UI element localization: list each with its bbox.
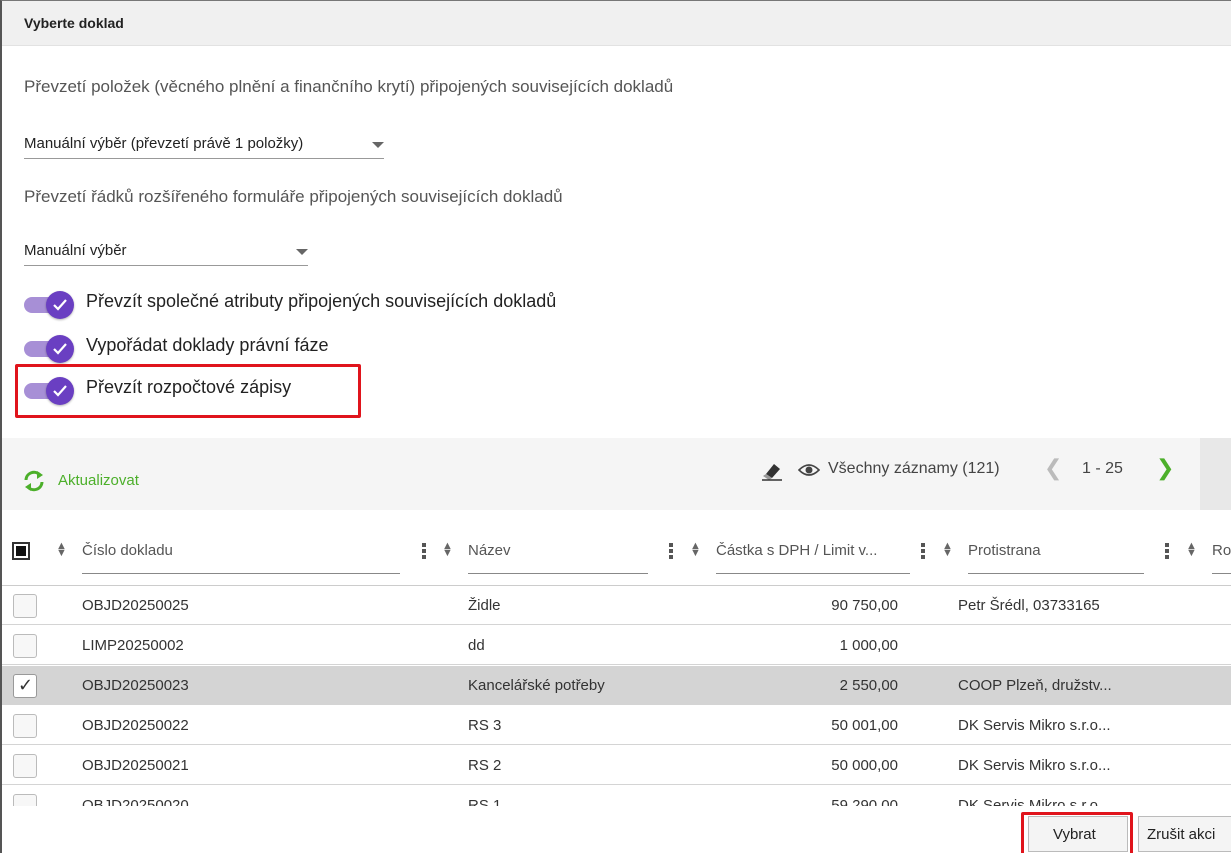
refresh-label: Aktualizovat <box>58 472 139 489</box>
items-mode-select[interactable]: Manuální výběr (převzetí právě 1 položky… <box>24 129 384 159</box>
table-row[interactable]: OBJD20250021 RS 2 50 000,00 DK Servis Mi… <box>2 746 1231 785</box>
toggle-switch[interactable] <box>24 335 74 363</box>
select-document-dialog: Vyberte doklad Převzetí položek (věcného… <box>0 0 1231 853</box>
column-menu-icon[interactable] <box>422 543 426 561</box>
column-menu-icon[interactable] <box>921 543 925 561</box>
cell-castka: 50 001,00 <box>831 717 898 734</box>
sort-icon[interactable]: ▲ ▼ <box>56 541 67 559</box>
column-header-protistrana[interactable]: Protistrana <box>968 540 1144 574</box>
column-title: Protistrana <box>968 542 1041 559</box>
column-title: Částka s DPH / Limit v... <box>716 542 878 559</box>
cell-castka: 90 750,00 <box>831 597 898 614</box>
cell-protistrana: COOP Plzeň, družstv... <box>958 677 1112 694</box>
cell-nazev: dd <box>468 637 485 654</box>
cell-castka: 1 000,00 <box>839 637 898 654</box>
toolbar-side-panel <box>1200 438 1231 510</box>
cell-nazev: Židle <box>468 597 501 614</box>
highlight-budget-toggle <box>15 364 361 418</box>
cell-nazev: RS 1 <box>468 797 502 806</box>
eraser-icon[interactable] <box>760 459 784 481</box>
cell-cislo: OBJD20250021 <box>82 757 189 774</box>
cell-nazev: RS 2 <box>468 757 502 774</box>
grid-body: OBJD20250025 Židle 90 750,00 Petr Šrédl,… <box>2 586 1231 806</box>
cell-protistrana: DK Servis Mikro s.r.o... <box>958 797 1111 806</box>
highlight-select-button <box>1021 812 1133 853</box>
table-row[interactable]: OBJD20250025 Židle 90 750,00 Petr Šrédl,… <box>2 586 1231 625</box>
items-mode-value: Manuální výběr (převzetí právě 1 položky… <box>24 135 304 152</box>
cell-nazev: RS 3 <box>468 717 502 734</box>
cancel-button[interactable]: Zrušit akci <box>1138 816 1231 852</box>
cancel-button-label: Zrušit akci <box>1147 826 1216 843</box>
pager-range: 1 - 25 <box>1082 460 1123 477</box>
sort-icon[interactable]: ▲ ▼ <box>442 541 453 559</box>
sort-icon[interactable]: ▲ ▼ <box>1186 541 1197 559</box>
check-icon <box>46 335 74 363</box>
column-title: Číslo dokladu <box>82 542 173 559</box>
column-menu-icon[interactable] <box>669 543 673 561</box>
column-header-cislo[interactable]: Číslo dokladu <box>82 540 400 574</box>
table-row[interactable]: LIMP20250002 dd 1 000,00 <box>2 626 1231 665</box>
rows-mode-select[interactable]: Manuální výběr <box>24 236 308 266</box>
row-checkbox[interactable] <box>13 794 37 806</box>
row-checkbox[interactable] <box>13 594 37 618</box>
chevron-down-icon <box>372 142 384 148</box>
toggle-switch[interactable] <box>24 291 74 319</box>
cell-protistrana: Petr Šrédl, 03733165 <box>958 597 1100 614</box>
column-header-castka[interactable]: Částka s DPH / Limit v... <box>716 540 910 574</box>
chevron-right-icon[interactable]: ❯ <box>1156 455 1174 481</box>
items-section-label: Převzetí položek (věcného plnění a finan… <box>24 77 674 96</box>
cell-castka: 50 000,00 <box>831 757 898 774</box>
rows-mode-value: Manuální výběr <box>24 242 127 259</box>
check-icon: ✓ <box>18 675 34 695</box>
toggle-label: Převzít společné atributy připojených so… <box>86 291 557 311</box>
sort-icon[interactable]: ▲ ▼ <box>942 541 953 559</box>
table-row[interactable]: OBJD20250022 RS 3 50 001,00 DK Servis Mi… <box>2 706 1231 745</box>
column-title: Název <box>468 542 511 559</box>
check-icon <box>46 291 74 319</box>
toggle-label: Vypořádat doklady právní fáze <box>86 335 329 355</box>
cell-protistrana: DK Servis Mikro s.r.o... <box>958 717 1111 734</box>
cell-protistrana: DK Servis Mikro s.r.o... <box>958 757 1111 774</box>
cell-cislo: OBJD20250023 <box>82 677 189 694</box>
dialog-titlebar: Vyberte doklad <box>2 1 1231 46</box>
column-header-ro[interactable]: Ro <box>1212 540 1231 574</box>
cell-castka: 2 550,00 <box>839 677 898 694</box>
select-all-checkbox[interactable] <box>12 542 30 560</box>
toggle-common-attributes[interactable]: Převzít společné atributy připojených so… <box>24 291 644 321</box>
column-title: Ro <box>1212 542 1231 559</box>
row-checkbox[interactable] <box>13 754 37 778</box>
cell-cislo: OBJD20250022 <box>82 717 189 734</box>
chevron-left-icon[interactable]: ❮ <box>1044 455 1062 481</box>
sort-icon[interactable]: ▲ ▼ <box>690 541 701 559</box>
cell-cislo: OBJD20250020 <box>82 797 189 806</box>
row-checkbox[interactable] <box>13 634 37 658</box>
chevron-down-icon <box>296 249 308 255</box>
table-row-selected[interactable]: ✓ OBJD20250023 Kancelářské potřeby 2 550… <box>2 666 1231 705</box>
toggle-legal-phase[interactable]: Vypořádat doklady právní fáze <box>24 335 384 365</box>
grid-header: ▲ ▼ Číslo dokladu ▲ ▼ Název ▲ ▼ Částka s DP… <box>2 510 1231 586</box>
dialog-title: Vyberte doklad <box>24 15 124 31</box>
cell-cislo: LIMP20250002 <box>82 637 184 654</box>
row-checkbox-checked[interactable]: ✓ <box>13 674 37 698</box>
dialog-footer: Vybrat Zrušit akci <box>2 806 1231 853</box>
refresh-icon <box>24 470 44 492</box>
grid-toolbar: Aktualizovat Všechny záznamy (121) ❮ 1 -… <box>2 438 1231 510</box>
row-checkbox[interactable] <box>13 714 37 738</box>
table-row[interactable]: OBJD20250020 RS 1 59 290,00 DK Servis Mi… <box>2 786 1231 806</box>
cell-cislo: OBJD20250025 <box>82 597 189 614</box>
rows-section-label: Převzetí řádků rozšířeného formuláře při… <box>24 187 563 206</box>
eye-icon[interactable] <box>798 462 820 478</box>
records-filter[interactable]: Všechny záznamy (121) <box>828 460 1000 478</box>
cell-nazev: Kancelářské potřeby <box>468 677 605 694</box>
column-menu-icon[interactable] <box>1165 543 1169 561</box>
column-header-nazev[interactable]: Název <box>468 540 648 574</box>
cell-castka: 59 290,00 <box>831 797 898 806</box>
